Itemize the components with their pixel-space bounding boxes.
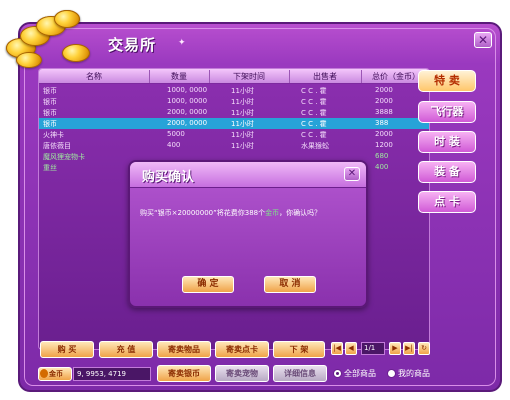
cancel-button[interactable]: 取 消 bbox=[264, 276, 316, 293]
cell-price: 2000 bbox=[375, 130, 393, 138]
tab-fashion[interactable]: 时 装 bbox=[418, 131, 476, 153]
confirm-button[interactable]: 确 定 bbox=[182, 276, 234, 293]
cell-price: 400 bbox=[375, 163, 389, 171]
cell-seller: C C . 霍 bbox=[301, 131, 327, 139]
consign-silver-button[interactable]: 寄卖银币 bbox=[157, 365, 211, 382]
details-button[interactable]: 详细信息 bbox=[273, 365, 327, 382]
next-page-icon[interactable]: ▶ bbox=[389, 342, 401, 355]
cell-time: 11小时 bbox=[231, 131, 254, 139]
refresh-icon[interactable]: ↻ bbox=[418, 342, 430, 355]
cell-price: 2000 bbox=[375, 86, 393, 94]
cell-qty: 400 bbox=[167, 141, 181, 149]
sparkle-icon: ✦ bbox=[178, 38, 186, 48]
recharge-button[interactable]: 充 值 bbox=[99, 341, 153, 358]
tab-aircraft[interactable]: 飞行器 bbox=[418, 101, 476, 123]
cell-time: 11小时 bbox=[231, 120, 254, 128]
dialog-message: 购买“银币×20000000”将花费你388个金币，你确认吗？ bbox=[140, 209, 322, 217]
cell-name: 银币 bbox=[43, 109, 57, 117]
table-row[interactable]: 银币 1000, 0000 11小时 C C . 霍 2000 bbox=[39, 96, 429, 107]
table-row[interactable]: 银币 1000, 0000 11小时 C C . 霍 2000 bbox=[39, 85, 429, 96]
column-header-seller[interactable]: 出售者 bbox=[289, 71, 361, 82]
dialog-close-button[interactable]: ✕ bbox=[344, 167, 360, 181]
all-items-label: 全部商品 bbox=[344, 369, 376, 378]
coin-icon bbox=[54, 10, 80, 28]
coin-icon bbox=[16, 52, 42, 68]
cell-seller: 水果猴蚣 bbox=[301, 142, 329, 150]
my-items-label: 我的商品 bbox=[398, 369, 430, 378]
tab-point-card[interactable]: 点 卡 bbox=[418, 191, 476, 213]
page-indicator: 1/1 bbox=[361, 342, 385, 355]
window-close-button[interactable]: ✕ bbox=[474, 32, 492, 48]
cell-price: 388 bbox=[375, 119, 389, 127]
table-row[interactable]: 银币 2000, 0000 11小时 C C . 霍 388 bbox=[39, 118, 429, 129]
table-row[interactable]: 火神卡 5000 11小时 C C . 霍 2000 bbox=[39, 129, 429, 140]
tab-special-sale[interactable]: 特 卖 bbox=[418, 70, 476, 92]
cell-qty: 2000, 0000 bbox=[167, 108, 208, 116]
consign-pet-button[interactable]: 寄卖宠物 bbox=[215, 365, 269, 382]
last-page-icon[interactable]: ▶| bbox=[403, 342, 415, 355]
cell-name: 银币 bbox=[43, 120, 57, 128]
cell-price: 1200 bbox=[375, 141, 393, 149]
cell-seller: C C . 霍 bbox=[301, 120, 327, 128]
cell-price: 2000 bbox=[375, 97, 393, 105]
cell-name: 银币 bbox=[43, 98, 57, 106]
tab-equipment[interactable]: 装 备 bbox=[418, 161, 476, 183]
dialog-title: 购买确认 bbox=[142, 170, 195, 185]
buy-button[interactable]: 购 买 bbox=[40, 341, 94, 358]
cell-seller: C C . 霍 bbox=[301, 98, 327, 106]
cell-name: 魔风狸宠物卡 bbox=[43, 153, 85, 161]
table-row[interactable]: 银币 2000, 0000 11小时 C C . 霍 3888 bbox=[39, 107, 429, 118]
cell-name: 火神卡 bbox=[43, 131, 64, 139]
delist-button[interactable]: 下 架 bbox=[273, 341, 325, 358]
all-items-radio[interactable] bbox=[333, 369, 342, 378]
prev-page-icon[interactable]: ◀ bbox=[345, 342, 357, 355]
gold-balance: 9, 9953, 4719 bbox=[73, 367, 151, 381]
column-header-quantity[interactable]: 数量 bbox=[149, 71, 209, 82]
cell-name: 银币 bbox=[43, 87, 57, 95]
cell-time: 11小时 bbox=[231, 98, 254, 106]
cell-time: 11小时 bbox=[231, 142, 254, 150]
gold-coins-overlay bbox=[2, 8, 102, 78]
my-items-radio[interactable] bbox=[387, 369, 396, 378]
cell-price: 3888 bbox=[375, 108, 393, 116]
cell-name: 唐依薇目 bbox=[43, 142, 71, 150]
first-page-icon[interactable]: |◀ bbox=[331, 342, 343, 355]
consign-item-button[interactable]: 寄卖物品 bbox=[157, 341, 211, 358]
cell-qty: 5000 bbox=[167, 130, 185, 138]
consign-card-button[interactable]: 寄卖点卡 bbox=[215, 341, 269, 358]
cell-qty: 2000, 0000 bbox=[167, 119, 208, 127]
cell-price: 680 bbox=[375, 152, 389, 160]
table-row[interactable]: 唐依薇目 400 11小时 水果猴蚣 1200 bbox=[39, 140, 429, 151]
cell-time: 11小时 bbox=[231, 87, 254, 95]
window-title: 交易所 bbox=[108, 36, 157, 54]
coin-icon bbox=[62, 44, 90, 62]
cell-qty: 1000, 0000 bbox=[167, 86, 208, 94]
money-bag-icon bbox=[40, 369, 48, 378]
cell-time: 11小时 bbox=[231, 109, 254, 117]
cell-seller: C C . 霍 bbox=[301, 109, 327, 117]
cell-qty: 1000, 0000 bbox=[167, 97, 208, 105]
cell-name: 重丝 bbox=[43, 164, 57, 172]
purchase-confirm-dialog: 购买确认 ✕ 购买“银币×20000000”将花费你388个金币，你确认吗？ 确… bbox=[128, 160, 368, 308]
cell-seller: C C . 霍 bbox=[301, 87, 327, 95]
column-header-delist-time[interactable]: 下架时间 bbox=[209, 71, 289, 82]
